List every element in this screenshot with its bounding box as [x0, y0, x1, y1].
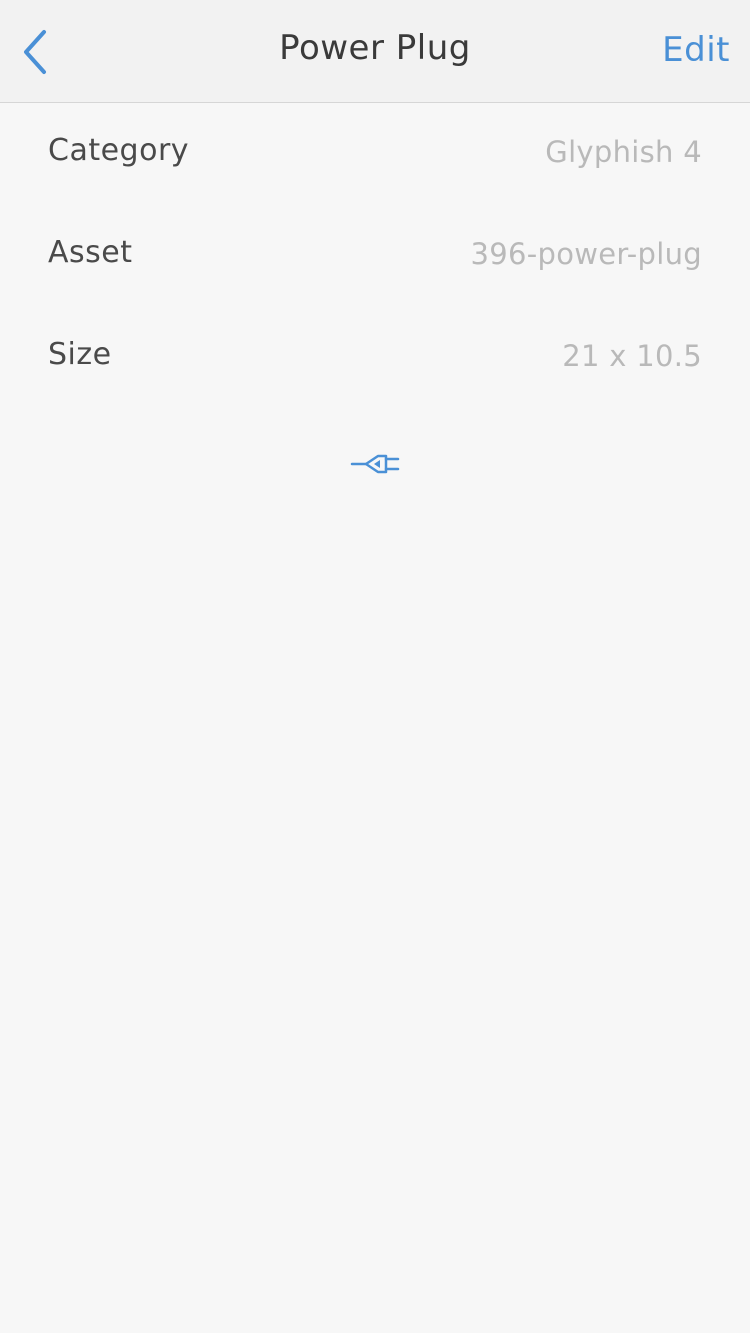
- detail-row-asset: Asset 396-power-plug: [0, 205, 750, 307]
- category-value: Glyphish 4: [545, 135, 702, 169]
- detail-row-size: Size 21 x 10.5: [0, 307, 750, 409]
- size-label: Size: [48, 337, 112, 372]
- page-title: Power Plug: [279, 28, 471, 68]
- detail-row-category: Category Glyphish 4: [0, 103, 750, 205]
- asset-value: 396-power-plug: [470, 237, 702, 271]
- asset-preview: [350, 447, 402, 481]
- size-value: 21 x 10.5: [562, 339, 702, 373]
- edit-button[interactable]: Edit: [662, 30, 730, 70]
- category-label: Category: [48, 133, 190, 168]
- detail-content: Category Glyphish 4 Asset 396-power-plug…: [0, 103, 750, 1333]
- navigation-bar: Power Plug Edit: [0, 0, 750, 103]
- power-plug-icon: [350, 454, 400, 474]
- asset-label: Asset: [48, 235, 133, 270]
